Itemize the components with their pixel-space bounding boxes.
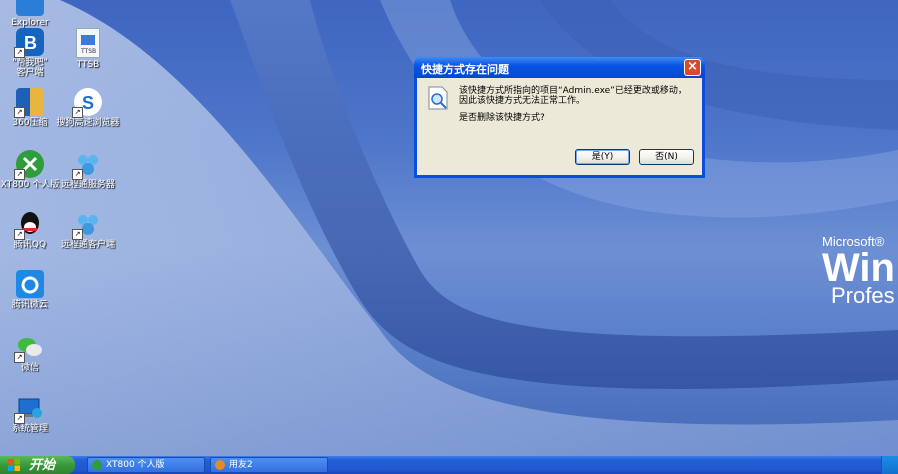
svg-text:TTSB: TTSB — [80, 48, 96, 55]
desktop-icon-label: 系统管理 — [11, 424, 48, 434]
xt800-personal-icon: ↗ — [14, 150, 44, 180]
yonyou-task-icon — [215, 460, 225, 470]
shortcut-arrow-icon: ↗ — [14, 229, 25, 240]
internet-explorer-icon — [16, 0, 44, 16]
desktop-icon-label: "帮我吧" 客户端 — [12, 58, 48, 78]
taskbar-item-xt800[interactable]: XT800 个人版 — [87, 457, 205, 473]
desktop-icon-sysmgmt[interactable]: ↗ 系统管理 — [0, 394, 62, 434]
desktop-icon-label: Explorer — [11, 18, 49, 28]
dialog-title: 快捷方式存在问题 — [421, 63, 509, 76]
desktop-icon-label: 腾讯QQ — [13, 240, 47, 250]
tencent-qq-icon: ↗ — [14, 210, 44, 240]
shortcut-problem-dialog[interactable]: 快捷方式存在问题 × 该快捷方式所指向的项目“Admin.exe”已经更改或移动… — [414, 57, 705, 178]
bangwoba-client-icon: B ↗ — [14, 28, 44, 58]
desktop-icon-label: TTSB — [76, 60, 100, 70]
shortcut-search-icon — [428, 86, 448, 110]
dialog-titlebar[interactable]: 快捷方式存在问题 × — [414, 57, 705, 78]
dialog-message: 该快捷方式所指向的项目“Admin.exe”已经更改或移动， 因此该快捷方式无法… — [459, 86, 687, 106]
start-button[interactable]: 开始 — [0, 456, 75, 474]
desktop-icon-label: 远程通服务器 — [60, 180, 115, 190]
desktop-icon-label: 搜狗高速浏览器 — [56, 118, 120, 128]
windows-logo-icon — [8, 459, 20, 471]
desktop[interactable]: Microsoft® Win Profes Explorer B ↗ "帮我吧"… — [0, 0, 898, 456]
desktop-icon-remote-client[interactable]: ↗ 远程通客户端 — [56, 210, 120, 250]
shortcut-arrow-icon: ↗ — [72, 169, 83, 180]
wechat-icon: ↗ — [14, 333, 44, 363]
yes-button[interactable]: 是(Y) — [575, 149, 630, 165]
desktop-icon-xt800[interactable]: ↗ XT800 个人版 — [0, 150, 62, 190]
desktop-icon-sogou[interactable]: S ↗ 搜狗高速浏览器 — [56, 88, 120, 128]
desktop-icon-explorer[interactable]: Explorer — [0, 0, 62, 28]
desktop-icon-label: 远程通客户端 — [60, 240, 115, 250]
brand-windows: Win — [822, 246, 895, 290]
no-button[interactable]: 否(N) — [639, 149, 694, 165]
system-management-icon: ↗ — [14, 394, 44, 424]
shortcut-arrow-icon: ↗ — [72, 229, 83, 240]
windows-brand: Microsoft® Win Profes — [822, 234, 895, 308]
desktop-icon-label: 360压缩 — [12, 118, 48, 128]
taskbar-item-label: 用友2 — [229, 460, 253, 470]
taskbar-item-yonyou[interactable]: 用友2 — [210, 457, 328, 473]
dialog-message-line2: 因此该快捷方式无法正常工作。 — [459, 96, 586, 106]
desktop-icon-label: XT800 个人版 — [0, 180, 60, 190]
svg-text:S: S — [82, 93, 94, 113]
shortcut-arrow-icon: ↗ — [72, 107, 83, 118]
desktop-icon-qq[interactable]: ↗ 腾讯QQ — [0, 210, 62, 250]
shortcut-arrow-icon: ↗ — [14, 169, 25, 180]
desktop-icon-label: 微信 — [20, 363, 39, 373]
desktop-icon-bangwoba[interactable]: B ↗ "帮我吧" 客户端 — [0, 28, 62, 78]
dialog-body: 该快捷方式所指向的项目“Admin.exe”已经更改或移动， 因此该快捷方式无法… — [417, 78, 702, 175]
start-label: 开始 — [29, 457, 56, 472]
shortcut-arrow-icon: ↗ — [14, 107, 25, 118]
xt800-task-icon — [92, 460, 102, 470]
360-compress-icon: ↗ — [14, 88, 44, 118]
desktop-icon-label: 腾讯微云 — [11, 300, 48, 310]
shortcut-arrow-icon: ↗ — [14, 47, 25, 58]
desktop-icon-weiyun[interactable]: 腾讯微云 — [0, 270, 62, 310]
dialog-close-button[interactable]: × — [684, 59, 701, 76]
desktop-icon-360zip[interactable]: ↗ 360压缩 — [0, 88, 62, 128]
remote-client-icon: ↗ — [72, 210, 102, 240]
taskbar-item-label: XT800 个人版 — [106, 460, 165, 470]
shortcut-arrow-icon: ↗ — [14, 413, 25, 424]
dialog-message-line1: 该快捷方式所指向的项目“Admin.exe”已经更改或移动， — [459, 86, 687, 96]
svg-text:B: B — [24, 33, 37, 53]
desktop-icon-remote-server[interactable]: ↗ 远程通服务器 — [56, 150, 120, 190]
dialog-question: 是否删除该快捷方式? — [459, 113, 545, 123]
taskbar: 开始 XT800 个人版 用友2 — [0, 456, 898, 474]
desktop-icon-wechat[interactable]: ↗ 微信 — [0, 333, 62, 373]
tencent-weiyun-icon — [16, 270, 44, 298]
brand-professional: Profes — [831, 283, 895, 308]
ttsb-file-icon: TTSB — [76, 28, 100, 58]
system-tray[interactable] — [881, 456, 898, 474]
desktop-icon-ttsb[interactable]: TTSB TTSB — [56, 28, 120, 70]
remote-server-icon: ↗ — [72, 150, 102, 180]
shortcut-arrow-icon: ↗ — [14, 352, 25, 363]
sogou-browser-icon: S ↗ — [72, 88, 102, 118]
